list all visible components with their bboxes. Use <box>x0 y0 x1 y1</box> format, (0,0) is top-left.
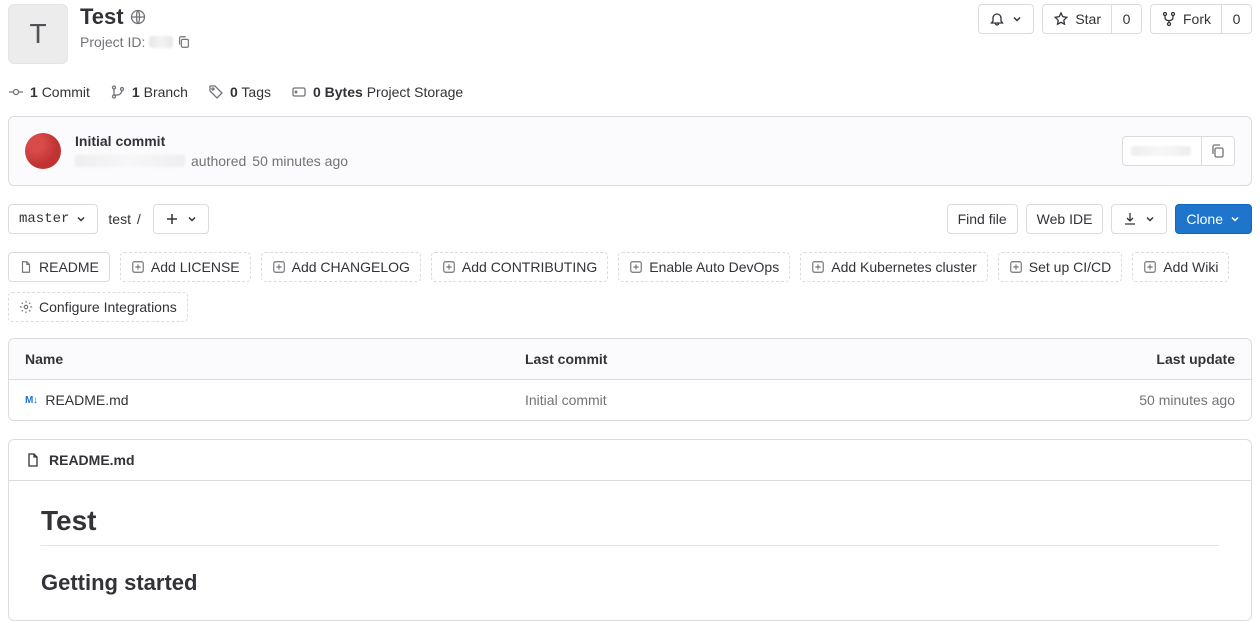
tags-stat[interactable]: 0 Tags <box>208 84 271 100</box>
web-ide-button[interactable]: Web IDE <box>1026 204 1104 234</box>
visibility-public-icon <box>130 9 146 25</box>
clone-button[interactable]: Clone <box>1175 204 1252 234</box>
readme-panel: README.md Test Getting started <box>8 439 1252 621</box>
copy-commit-sha-button[interactable] <box>1202 136 1235 166</box>
plus-box-icon <box>131 260 145 274</box>
commit-sha[interactable] <box>1122 136 1202 166</box>
add-k8s-label: Add Kubernetes cluster <box>831 259 977 275</box>
chevron-down-icon <box>1229 213 1241 225</box>
add-k8s-chip[interactable]: Add Kubernetes cluster <box>800 252 988 282</box>
storage-stat[interactable]: 0 Bytes Project Storage <box>291 84 463 100</box>
configure-integrations-label: Configure Integrations <box>39 299 177 315</box>
tags-label: Tags <box>241 84 271 100</box>
storage-count: 0 Bytes <box>313 84 363 100</box>
enable-autodevops-label: Enable Auto DevOps <box>649 259 779 275</box>
readme-h2: Getting started <box>41 570 1219 596</box>
readme-h1: Test <box>41 505 1219 546</box>
add-changelog-chip[interactable]: Add CHANGELOG <box>261 252 421 282</box>
project-id-label: Project ID: <box>80 34 145 50</box>
clone-label: Clone <box>1186 211 1223 227</box>
plus-box-icon <box>272 260 286 274</box>
commit-authored-label: authored <box>191 153 246 169</box>
commit-author-name[interactable] <box>75 155 185 167</box>
markdown-icon: M↓ <box>25 395 37 406</box>
file-row[interactable]: M↓ README.md Initial commit 50 minutes a… <box>9 380 1251 420</box>
column-last-commit: Last commit <box>525 351 1025 367</box>
download-button[interactable] <box>1111 204 1167 234</box>
readme-chip[interactable]: README <box>8 252 110 282</box>
file-name[interactable]: README.md <box>45 392 128 408</box>
star-label: Star <box>1075 11 1101 27</box>
file-icon <box>19 260 33 274</box>
branch-select-value: master <box>19 211 69 227</box>
clipboard-icon <box>1210 143 1226 159</box>
branch-icon <box>110 84 126 100</box>
plus-icon <box>164 211 180 227</box>
star-button[interactable]: Star <box>1042 4 1112 34</box>
chevron-down-icon <box>75 213 87 225</box>
plus-box-icon <box>629 260 643 274</box>
enable-autodevops-chip[interactable]: Enable Auto DevOps <box>618 252 790 282</box>
column-last-update: Last update <box>1025 351 1235 367</box>
file-last-update: 50 minutes ago <box>1025 392 1235 408</box>
commit-time: 50 minutes ago <box>252 153 348 169</box>
column-name: Name <box>25 351 525 367</box>
gear-icon <box>19 300 33 314</box>
star-count[interactable]: 0 <box>1112 4 1142 34</box>
file-tree: Name Last commit Last update M↓ README.m… <box>8 338 1252 421</box>
add-changelog-label: Add CHANGELOG <box>292 259 410 275</box>
branches-label: Branch <box>144 84 188 100</box>
configure-integrations-chip[interactable]: Configure Integrations <box>8 292 188 322</box>
plus-box-icon <box>1143 260 1157 274</box>
file-last-commit[interactable]: Initial commit <box>525 392 1025 408</box>
plus-box-icon <box>1009 260 1023 274</box>
readme-chip-label: README <box>39 259 99 275</box>
bell-icon <box>989 11 1005 27</box>
tag-icon <box>208 84 224 100</box>
find-file-button[interactable]: Find file <box>947 204 1018 234</box>
add-file-button[interactable] <box>153 204 209 234</box>
plus-box-icon <box>442 260 456 274</box>
plus-box-icon <box>811 260 825 274</box>
fork-count[interactable]: 0 <box>1222 4 1252 34</box>
star-icon <box>1053 11 1069 27</box>
latest-commit-panel: Initial commit authored 50 minutes ago <box>8 116 1252 186</box>
branches-count: 1 <box>132 84 140 100</box>
add-contributing-chip[interactable]: Add CONTRIBUTING <box>431 252 608 282</box>
breadcrumb-root[interactable]: test <box>108 211 131 227</box>
commits-count: 1 <box>30 84 38 100</box>
commits-stat[interactable]: 1 Commit <box>8 84 90 100</box>
project-avatar: T <box>8 4 68 64</box>
branch-select[interactable]: master <box>8 204 98 234</box>
project-id-value <box>149 36 173 48</box>
notifications-button[interactable] <box>978 4 1034 34</box>
download-icon <box>1122 211 1138 227</box>
setup-cicd-label: Set up CI/CD <box>1029 259 1111 275</box>
commit-icon <box>8 84 24 100</box>
fork-button[interactable]: Fork <box>1150 4 1222 34</box>
fork-icon <box>1161 11 1177 27</box>
setup-cicd-chip[interactable]: Set up CI/CD <box>998 252 1122 282</box>
branches-stat[interactable]: 1 Branch <box>110 84 188 100</box>
storage-icon <box>291 84 307 100</box>
commits-label: Commit <box>42 84 90 100</box>
add-wiki-chip[interactable]: Add Wiki <box>1132 252 1229 282</box>
commit-title[interactable]: Initial commit <box>75 133 348 149</box>
commit-author-avatar[interactable] <box>25 133 61 169</box>
chevron-down-icon <box>186 213 198 225</box>
copy-project-id-button[interactable] <box>177 35 191 49</box>
chevron-down-icon <box>1144 213 1156 225</box>
add-wiki-label: Add Wiki <box>1163 259 1218 275</box>
add-license-label: Add LICENSE <box>151 259 240 275</box>
storage-label: Project Storage <box>367 84 464 100</box>
chevron-down-icon <box>1011 13 1023 25</box>
fork-label: Fork <box>1183 11 1211 27</box>
add-license-chip[interactable]: Add LICENSE <box>120 252 251 282</box>
file-icon <box>25 452 41 468</box>
readme-filename[interactable]: README.md <box>49 452 135 468</box>
project-title: Test <box>80 4 124 30</box>
add-contributing-label: Add CONTRIBUTING <box>462 259 597 275</box>
tags-count: 0 <box>230 84 238 100</box>
